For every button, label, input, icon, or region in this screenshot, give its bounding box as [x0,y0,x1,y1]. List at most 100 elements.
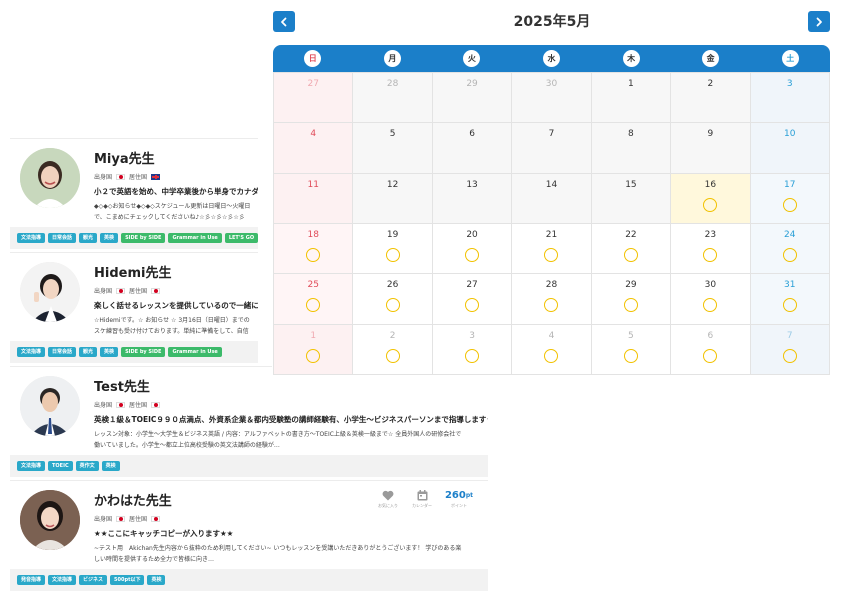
calendar-day-cell[interactable]: 5 [353,123,433,174]
available-circle-icon[interactable] [703,348,718,363]
calendar-day-cell[interactable]: 7 [512,123,592,174]
tag[interactable]: 日常会話 [48,347,77,357]
calendar-day-cell[interactable]: 17 [750,173,830,224]
calendar-day-cell[interactable]: 19 [353,223,433,275]
calendar-day-cell[interactable]: 31 [750,274,830,325]
calendar-day-cell[interactable]: 28 [353,73,433,124]
teacher-card[interactable]: Test先生 出身国 居住国 英検１級＆TOEIC９９０点満点、外資系企業＆都内… [10,366,488,477]
calendar-day-cell[interactable]: 4 [512,324,592,375]
available-circle-icon[interactable] [703,197,718,212]
calendar-day-cell[interactable]: 6 [432,123,513,174]
tag[interactable]: 文法指導 [17,347,46,357]
teacher-photo[interactable] [20,376,80,436]
available-circle-icon[interactable] [385,247,400,262]
calendar-day-cell[interactable]: 27 [432,274,513,325]
tag[interactable]: 日常会話 [48,233,77,243]
calendar-day-cell[interactable]: 12 [353,173,433,224]
available-circle-icon[interactable] [703,298,718,313]
calendar-day-cell[interactable]: 25 [274,274,354,325]
calendar-action[interactable]: カレンダー [410,489,434,509]
calendar-day-cell[interactable]: 10 [750,123,830,174]
teacher-card[interactable]: Miya先生 出身国 居住国 小２で英語を始め、中学卒業後から単身でカナダ、ア … [10,138,259,249]
tag[interactable]: TOEIC [48,461,73,471]
calendar-day-cell[interactable]: 20 [432,223,513,275]
available-circle-icon[interactable] [623,298,638,313]
available-circle-icon[interactable] [782,247,797,262]
teacher-card[interactable]: かわはた先生 出身国 居住国 ★★ここにキャッチコピーが入ります★★ ~テスト用… [10,480,488,591]
tag[interactable]: 文法指導 [17,461,46,471]
tag[interactable]: SIDE by SIDE [121,233,166,243]
tag[interactable]: 観光 [79,347,98,357]
available-circle-icon[interactable] [544,348,559,363]
teacher-name[interactable]: Miya先生 [94,148,155,167]
available-circle-icon[interactable] [465,247,480,262]
available-circle-icon[interactable] [623,247,638,262]
tag[interactable]: 英検 [100,347,119,357]
calendar-day-cell[interactable]: 18 [274,223,354,275]
calendar-day-cell[interactable]: 2 [671,73,751,124]
calendar-day-cell[interactable]: 24 [750,223,830,275]
tag[interactable]: ビジネス [79,575,108,585]
teacher-name[interactable]: Hidemi先生 [94,262,171,281]
tag[interactable]: 英検 [147,575,166,585]
available-circle-icon[interactable] [544,247,559,262]
teacher-name[interactable]: Test先生 [94,376,150,395]
tag[interactable]: 観光 [79,233,98,243]
calendar-day-cell[interactable]: 8 [591,123,672,174]
calendar-day-cell[interactable]: 7 [750,324,830,375]
calendar-day-cell[interactable]: 4 [274,123,354,174]
teacher-photo[interactable] [20,490,80,550]
available-circle-icon[interactable] [306,298,321,313]
available-circle-icon[interactable] [782,348,797,363]
calendar-day-cell[interactable]: 16 [671,173,751,224]
calendar-day-cell[interactable]: 14 [512,173,592,224]
teacher-card[interactable]: Hidemi先生 出身国 居住国 楽しく話せるレッスンを提供しているので一緒にお… [10,252,258,363]
available-circle-icon[interactable] [544,298,559,313]
tag[interactable]: LET'S GO [224,233,259,243]
tag[interactable]: 発音指導 [17,575,46,585]
teacher-photo[interactable] [20,262,80,322]
calendar-day-cell[interactable]: 26 [353,274,433,325]
calendar-day-cell[interactable]: 29 [432,73,513,124]
tag[interactable]: 英検 [101,461,120,471]
calendar-day-cell[interactable]: 1 [591,73,672,124]
available-circle-icon[interactable] [306,348,321,363]
next-month-button[interactable] [808,11,830,32]
calendar-day-cell[interactable]: 6 [671,324,751,375]
tag[interactable]: 文法指導 [17,233,46,243]
available-circle-icon[interactable] [782,197,797,212]
calendar-day-cell[interactable]: 11 [274,173,354,224]
favorite-action[interactable]: お気に入り [376,489,400,509]
tag[interactable]: 500pt以下 [110,575,145,585]
calendar-day-cell[interactable]: 15 [591,173,672,224]
calendar-day-cell[interactable]: 1 [274,324,354,375]
calendar-day-cell[interactable]: 9 [671,123,751,174]
calendar-day-cell[interactable]: 13 [432,173,513,224]
calendar-day-cell[interactable]: 28 [512,274,592,325]
tag[interactable]: Grammar in Use [168,233,222,243]
calendar-day-cell[interactable]: 23 [671,223,751,275]
available-circle-icon[interactable] [385,298,400,313]
calendar-day-cell[interactable]: 3 [750,73,830,124]
teacher-photo[interactable] [20,148,80,208]
available-circle-icon[interactable] [306,247,321,262]
tag[interactable]: Grammar in Use [168,347,222,357]
calendar-day-cell[interactable]: 2 [353,324,433,375]
calendar-day-cell[interactable]: 5 [591,324,672,375]
tag[interactable]: 文法指導 [48,575,77,585]
available-circle-icon[interactable] [623,348,638,363]
teacher-name[interactable]: かわはた先生 [94,490,172,509]
calendar-day-cell[interactable]: 3 [432,324,513,375]
available-circle-icon[interactable] [703,247,718,262]
available-circle-icon[interactable] [465,298,480,313]
tag[interactable]: 英検 [100,233,119,243]
available-circle-icon[interactable] [385,348,400,363]
calendar-day-cell[interactable]: 30 [512,73,592,124]
available-circle-icon[interactable] [782,298,797,313]
calendar-day-cell[interactable]: 30 [671,274,751,325]
tag[interactable]: SIDE by SIDE [121,347,166,357]
calendar-day-cell[interactable]: 29 [591,274,672,325]
calendar-day-cell[interactable]: 27 [274,73,354,124]
available-circle-icon[interactable] [465,348,480,363]
tag[interactable]: 英作文 [75,461,99,471]
